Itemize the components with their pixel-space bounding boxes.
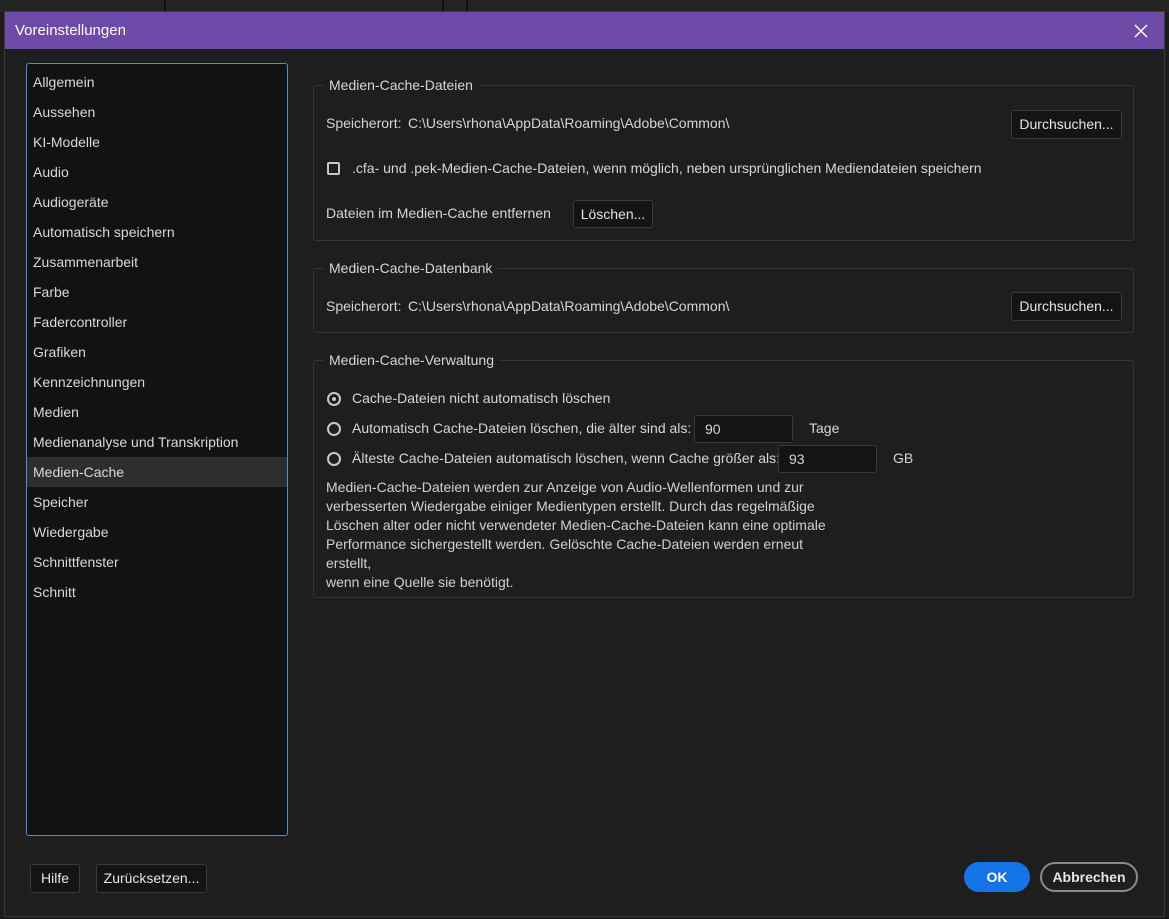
radio-delete-larger-than[interactable]	[327, 452, 341, 466]
cache-files-remove-label: Dateien im Medien-Cache entfernen	[326, 205, 551, 221]
help-button[interactable]: Hilfe	[30, 864, 80, 893]
cache-mgmt-group-title: Medien-Cache-Verwaltung	[324, 351, 499, 369]
sidebar-item-speicher[interactable]: Speicher	[27, 487, 287, 517]
cache-db-location-path: C:\Users\rhona\AppData\Roaming\Adobe\Com…	[408, 298, 730, 314]
sidebar-item-grafiken[interactable]: Grafiken	[27, 337, 287, 367]
window-title: Voreinstellungen	[15, 22, 126, 39]
sidebar-item-audiogeraete[interactable]: Audiogeräte	[27, 187, 287, 217]
sidebar-item-wiedergabe[interactable]: Wiedergabe	[27, 517, 287, 547]
sidebar-item-aussehen[interactable]: Aussehen	[27, 97, 287, 127]
cache-files-group-title: Medien-Cache-Dateien	[324, 76, 478, 94]
size-unit-label: GB	[893, 450, 914, 466]
preferences-category-list[interactable]: Allgemein Aussehen KI-Modelle Audio Audi…	[26, 63, 288, 836]
sidebar-item-farbe[interactable]: Farbe	[27, 277, 287, 307]
radio-delete-older-than[interactable]	[327, 422, 341, 436]
sidebar-item-schnittfenster[interactable]: Schnittfenster	[27, 547, 287, 577]
cache-description-text: Medien-Cache-Dateien werden zur Anzeige …	[326, 479, 826, 590]
cache-db-group-title: Medien-Cache-Datenbank	[324, 259, 498, 277]
cancel-button[interactable]: Abbrechen	[1040, 862, 1138, 892]
cache-db-browse-button[interactable]: Durchsuchen...	[1011, 292, 1122, 321]
sidebar-item-zusammenarbeit[interactable]: Zusammenarbeit	[27, 247, 287, 277]
reset-button[interactable]: Zurücksetzen...	[96, 864, 207, 893]
cache-files-location-path: C:\Users\rhona\AppData\Roaming\Adobe\Com…	[408, 115, 730, 131]
sidebar-item-automatisch-speichern[interactable]: Automatisch speichern	[27, 217, 287, 247]
cache-db-location-label: Speicherort:	[326, 298, 402, 314]
radio-delete-larger-than-label: Älteste Cache-Dateien automatisch lösche…	[352, 450, 780, 466]
sidebar-item-ki-modelle[interactable]: KI-Modelle	[27, 127, 287, 157]
cache-files-delete-button[interactable]: Löschen...	[573, 200, 653, 228]
sidebar-item-audio[interactable]: Audio	[27, 157, 287, 187]
title-bar: Voreinstellungen	[5, 12, 1164, 49]
radio-no-auto-delete[interactable]	[327, 392, 341, 406]
days-unit-label: Tage	[809, 420, 840, 436]
sidebar-item-medienanalyse[interactable]: Medienanalyse und Transkription	[27, 427, 287, 457]
close-icon[interactable]	[1128, 18, 1154, 44]
cache-files-location-label: Speicherort:	[326, 115, 402, 131]
sidebar-item-fadercontroller[interactable]: Fadercontroller	[27, 307, 287, 337]
sidebar-item-allgemein[interactable]: Allgemein	[27, 67, 287, 97]
cache-files-browse-button[interactable]: Durchsuchen...	[1011, 110, 1122, 139]
sidebar-item-medien[interactable]: Medien	[27, 397, 287, 427]
days-input[interactable]: 90	[694, 415, 793, 443]
sidebar-item-medien-cache[interactable]: Medien-Cache	[27, 457, 287, 487]
cache-files-sidecar-checkbox[interactable]	[327, 162, 340, 175]
size-input[interactable]: 93	[778, 445, 877, 473]
sidebar-item-kennzeichnungen[interactable]: Kennzeichnungen	[27, 367, 287, 397]
ok-button[interactable]: OK	[964, 862, 1030, 892]
sidebar-item-schnitt[interactable]: Schnitt	[27, 577, 287, 607]
cache-files-sidecar-label: .cfa- und .pek-Medien-Cache-Dateien, wen…	[352, 160, 982, 176]
radio-no-auto-delete-label: Cache-Dateien nicht automatisch löschen	[352, 390, 611, 406]
radio-delete-older-than-label: Automatisch Cache-Dateien löschen, die ä…	[352, 420, 692, 436]
